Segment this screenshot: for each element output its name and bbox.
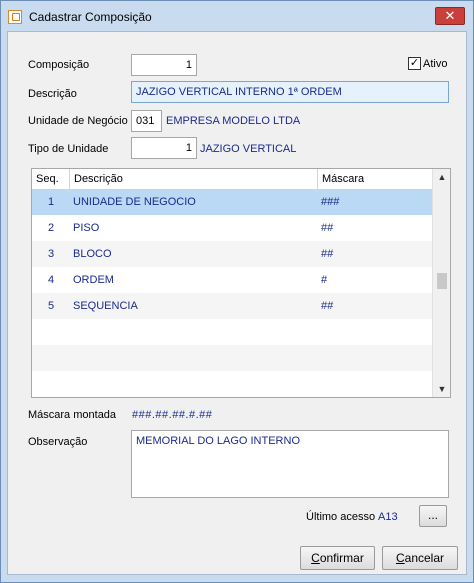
mascara-cell: ###	[321, 196, 340, 208]
confirmar-button[interactable]: Confirmar	[300, 546, 375, 570]
ativo-checkbox[interactable]: ✓	[408, 57, 421, 70]
tipo-unidade-name: JAZIGO VERTICAL	[200, 143, 297, 155]
ultimo-acesso-label: Último acesso	[306, 511, 376, 523]
descricao-cell: BLOCO	[73, 248, 112, 260]
descricao-cell: UNIDADE DE NEGOCIO	[73, 196, 196, 208]
cancelar-accel-letter: C	[395, 551, 405, 565]
table-row[interactable]: 3 BLOCO ##	[32, 241, 432, 267]
dialog-body: Composição 1 ✓ Ativo Descrição JAZIGO VE…	[7, 31, 467, 575]
descricao-label: Descrição	[28, 88, 77, 100]
descricao-input[interactable]: JAZIGO VERTICAL INTERNO 1ª ORDEM	[131, 81, 449, 103]
close-icon: ✕	[444, 8, 456, 23]
empty-row	[32, 345, 432, 371]
unidade-negocio-name: EMPRESA MODELO LTDA	[166, 115, 301, 127]
tipo-unidade-label: Tipo de Unidade	[28, 143, 109, 155]
empty-row	[32, 319, 432, 345]
check-icon: ✓	[409, 57, 420, 69]
composicao-label: Composição	[28, 59, 90, 71]
seq-cell: 4	[48, 274, 55, 286]
seq-cell: 3	[48, 248, 55, 260]
grid-scrollbar[interactable]: ▲ ▼	[432, 169, 450, 397]
column-header-mascara[interactable]: Máscara	[318, 169, 432, 189]
cancelar-label-rest: ancelar	[404, 551, 445, 565]
unidade-negocio-label: Unidade de Negócio	[28, 115, 128, 127]
mascara-montada-label: Máscara montada	[28, 409, 117, 421]
mascara-cell: ##	[321, 248, 334, 260]
title-bar[interactable]: Cadastrar Composição ✕	[1, 1, 473, 31]
table-row[interactable]: 5 SEQUENCIA ##	[32, 293, 432, 319]
table-row[interactable]: 1 UNIDADE DE NEGOCIO ###	[32, 189, 432, 215]
seq-cell: 1	[48, 196, 55, 208]
dialog-window: Cadastrar Composição ✕ Composição 1 ✓ At…	[0, 0, 474, 583]
ativo-label: Ativo	[423, 58, 448, 70]
seq-cell: 5	[48, 300, 55, 312]
confirmar-accel-letter: C	[311, 551, 320, 565]
descricao-cell: ORDEM	[73, 274, 114, 286]
ultimo-acesso-button[interactable]: ...	[419, 505, 447, 527]
tipo-unidade-code-input[interactable]: 1	[131, 137, 197, 159]
chevron-up-icon[interactable]: ▲	[433, 169, 450, 185]
descricao-cell: PISO	[73, 222, 100, 234]
grid-header: Seq. Descrição Máscara	[32, 169, 432, 190]
column-header-seq[interactable]: Seq.	[32, 169, 70, 189]
mascara-cell: ##	[321, 300, 334, 312]
descricao-cell: SEQUENCIA	[73, 300, 138, 312]
cancelar-button[interactable]: Cancelar	[382, 546, 458, 570]
composicao-input[interactable]: 1	[131, 54, 197, 76]
composition-grid[interactable]: Seq. Descrição Máscara 1 UNIDADE DE NEGO…	[31, 168, 451, 398]
observacao-label: Observação	[28, 436, 88, 448]
mascara-montada-value: ###.##.##.#.##	[132, 409, 213, 421]
mascara-cell: #	[321, 274, 328, 286]
window-title: Cadastrar Composição	[29, 10, 152, 24]
observacao-textarea[interactable]: MEMORIAL DO LAGO INTERNO	[131, 430, 449, 498]
table-row[interactable]: 4 ORDEM #	[32, 267, 432, 293]
ultimo-acesso-value: A13	[378, 511, 398, 523]
chevron-down-icon[interactable]: ▼	[433, 381, 450, 397]
scrollbar-thumb[interactable]	[437, 273, 447, 289]
mascara-cell: ##	[321, 222, 334, 234]
app-icon	[8, 10, 22, 24]
confirmar-label-rest: onfirmar	[319, 551, 364, 565]
table-row[interactable]: 2 PISO ##	[32, 215, 432, 241]
empty-row	[32, 371, 432, 397]
seq-cell: 2	[48, 222, 55, 234]
column-header-descricao[interactable]: Descrição	[70, 169, 318, 189]
unidade-negocio-code-input[interactable]: 031	[131, 110, 162, 132]
close-button[interactable]: ✕	[435, 7, 465, 25]
